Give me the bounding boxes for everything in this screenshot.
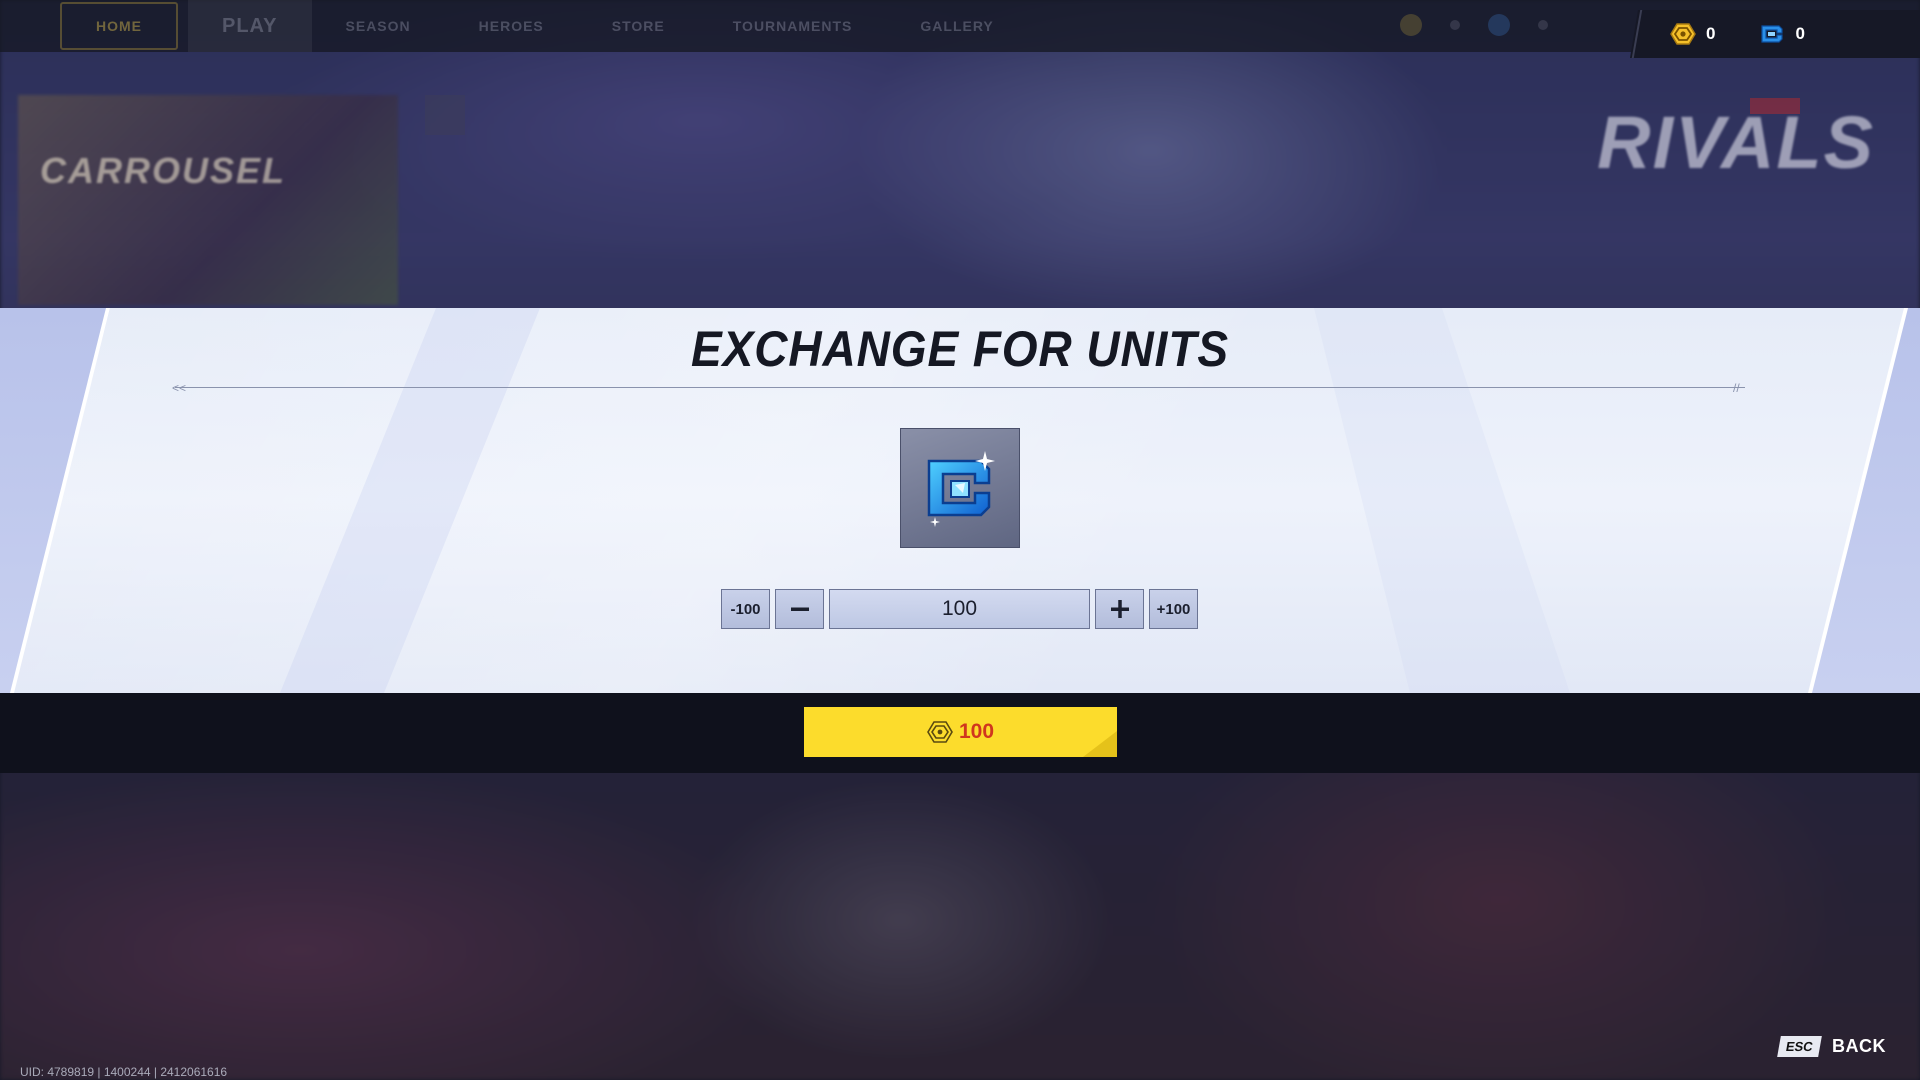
dim-chip-icon: [1488, 14, 1510, 36]
modal-title: EXCHANGE FOR UNITS: [691, 321, 1229, 377]
dim-coin-icon: [1400, 14, 1422, 36]
back-button[interactable]: ESC BACK: [1777, 1036, 1886, 1057]
lattice-coin-icon: [1670, 23, 1696, 45]
rivals-logo: RIVALS: [1597, 101, 1875, 184]
dim-separator-icon: [1538, 20, 1548, 30]
units-chip-icon: [927, 451, 995, 527]
nav-home[interactable]: Home: [60, 2, 178, 50]
confirm-price: 100: [958, 720, 995, 743]
plus-button[interactable]: [1095, 589, 1144, 629]
top-bar: Home Play Season Heroes Store Tournament…: [0, 0, 1920, 52]
lattice-amount: 0: [1706, 24, 1716, 43]
quantity-value[interactable]: 100: [829, 589, 1090, 629]
dim-separator-icon: [1450, 20, 1460, 30]
uid-text: UID: 4789819 | 1400244 | 2412061616: [20, 1065, 228, 1079]
rule-cap-left: <<: [172, 381, 187, 395]
back-label: BACK: [1832, 1036, 1886, 1056]
quantity-stepper: -100 100 +100: [721, 589, 1198, 629]
carousel-title: CARROUSEL: [40, 150, 287, 191]
confirm-strip: 100: [0, 693, 1920, 773]
nav-gallery[interactable]: Gallery: [886, 0, 1027, 52]
event-carousel-card: [18, 95, 398, 305]
carousel-arrow: [425, 95, 465, 135]
plus-icon: [1110, 600, 1129, 618]
units-chip-icon: [1761, 25, 1784, 43]
nav-season[interactable]: Season: [312, 0, 445, 52]
confirm-exchange-button[interactable]: 100: [804, 707, 1117, 757]
nav-play[interactable]: Play: [188, 0, 312, 52]
top-dim-icons: [1400, 14, 1548, 36]
nav-store[interactable]: Store: [578, 0, 699, 52]
minus-button[interactable]: [775, 589, 824, 629]
nav-tournaments[interactable]: Tournaments: [699, 0, 887, 52]
minus-100-button[interactable]: -100: [721, 589, 770, 629]
lattice-currency[interactable]: 0: [1670, 23, 1715, 45]
main-nav: Home Play Season Heroes Store Tournament…: [60, 0, 1028, 52]
title-divider: [175, 387, 1745, 388]
esc-key-hint: ESC: [1777, 1036, 1822, 1057]
lattice-coin-icon: [927, 721, 953, 743]
nav-heroes[interactable]: Heroes: [445, 0, 578, 52]
rule-cap-right: //: [1733, 381, 1740, 395]
plus-100-button[interactable]: +100: [1149, 589, 1198, 629]
currency-bar: 0 0: [1630, 10, 1920, 58]
units-amount: 0: [1795, 24, 1805, 43]
units-currency[interactable]: 0: [1759, 23, 1805, 45]
units-item-tile: [900, 428, 1020, 548]
exchange-modal: EXCHANGE FOR UNITS << // -100 100 +100: [0, 308, 1920, 693]
minus-icon: [790, 607, 809, 611]
